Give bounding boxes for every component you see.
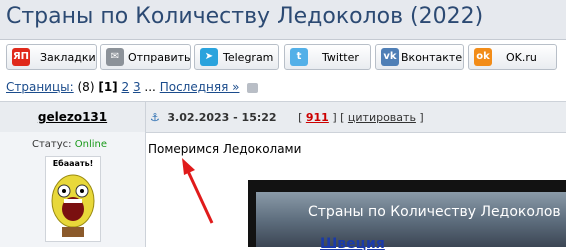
share-button-label: Вконтакте xyxy=(401,51,463,64)
pages-label-link[interactable]: Страницы: xyxy=(6,80,74,94)
video-title: Страны по Количеству Ледоколов xyxy=(308,204,561,220)
quote-link[interactable]: цитировать xyxy=(348,111,416,124)
author-cell: gelezo131 xyxy=(0,102,146,132)
mail-icon: ✉ xyxy=(106,48,124,66)
share-button-label: Отправить xyxy=(128,51,191,64)
author-info-column: Статус: Online Ебааать! xyxy=(0,132,146,247)
embedded-video[interactable]: Страны по Количеству Ледоколов Швеция xyxy=(248,180,566,252)
share-button-label: OK.ru xyxy=(506,51,537,64)
share-vk-button[interactable]: vk Вконтакте xyxy=(375,44,464,70)
page-link-3[interactable]: 3 xyxy=(133,80,141,94)
topic-title: Страны по Количеству Ледоколов (2022) xyxy=(6,4,484,29)
post-date: 3.02.2023 - 15:22 xyxy=(167,111,277,124)
pagination: Страницы: (8) [1] 2 3 ... Последняя » xyxy=(0,77,566,99)
status-label: Статус: xyxy=(32,139,72,150)
status-value: Online xyxy=(74,139,107,150)
share-telegram-button[interactable]: ➤ Telegram xyxy=(194,44,279,70)
share-send-button[interactable]: ✉ Отправить xyxy=(100,44,191,70)
pagination-menu-icon[interactable] xyxy=(247,82,259,93)
post-meta: ⚓ 3.02.2023 - 15:22 [ 911 ] [ цитировать… xyxy=(150,111,424,124)
post-text: Померимся Ледоколами xyxy=(148,142,302,156)
share-button-label: Twitter xyxy=(322,51,359,64)
ya-icon: ЯП xyxy=(12,48,30,66)
current-page: [1] xyxy=(98,80,118,94)
video-subtitle: Швеция xyxy=(320,236,385,252)
post-number-link[interactable]: 911 xyxy=(306,111,329,124)
avatar[interactable]: Ебааать! xyxy=(45,156,101,242)
share-button-label: Закладки xyxy=(40,51,96,64)
share-bookmarks-button[interactable]: ЯП Закладки xyxy=(6,44,97,70)
ok-icon: ok xyxy=(474,48,492,66)
share-bar: ЯП Закладки ✉ Отправить ➤ Telegram t Twi… xyxy=(0,40,566,76)
post-header: gelezo131 ⚓ 3.02.2023 - 15:22 [ 911 ] [ … xyxy=(0,101,566,133)
share-twitter-button[interactable]: t Twitter xyxy=(284,44,371,70)
page-link-2[interactable]: 2 xyxy=(121,80,129,94)
topic-header: Страны по Количеству Ледоколов (2022) xyxy=(0,0,566,40)
author-name-link[interactable]: gelezo131 xyxy=(0,110,145,124)
anchor-icon[interactable]: ⚓ xyxy=(150,111,160,124)
avatar-image xyxy=(51,174,95,237)
telegram-icon: ➤ xyxy=(200,48,218,66)
page-count: (8) xyxy=(77,80,95,94)
share-button-label: Telegram xyxy=(223,51,274,64)
vk-icon: vk xyxy=(381,48,399,66)
red-arrow-annotation xyxy=(182,158,214,224)
user-status: Статус: Online xyxy=(32,139,107,150)
share-ok-button[interactable]: ok OK.ru xyxy=(468,44,557,70)
pagination-ellipsis: ... xyxy=(144,80,156,94)
twitter-icon: t xyxy=(290,48,308,66)
avatar-caption: Ебааать! xyxy=(52,159,94,168)
last-page-link[interactable]: Последняя » xyxy=(160,80,240,94)
